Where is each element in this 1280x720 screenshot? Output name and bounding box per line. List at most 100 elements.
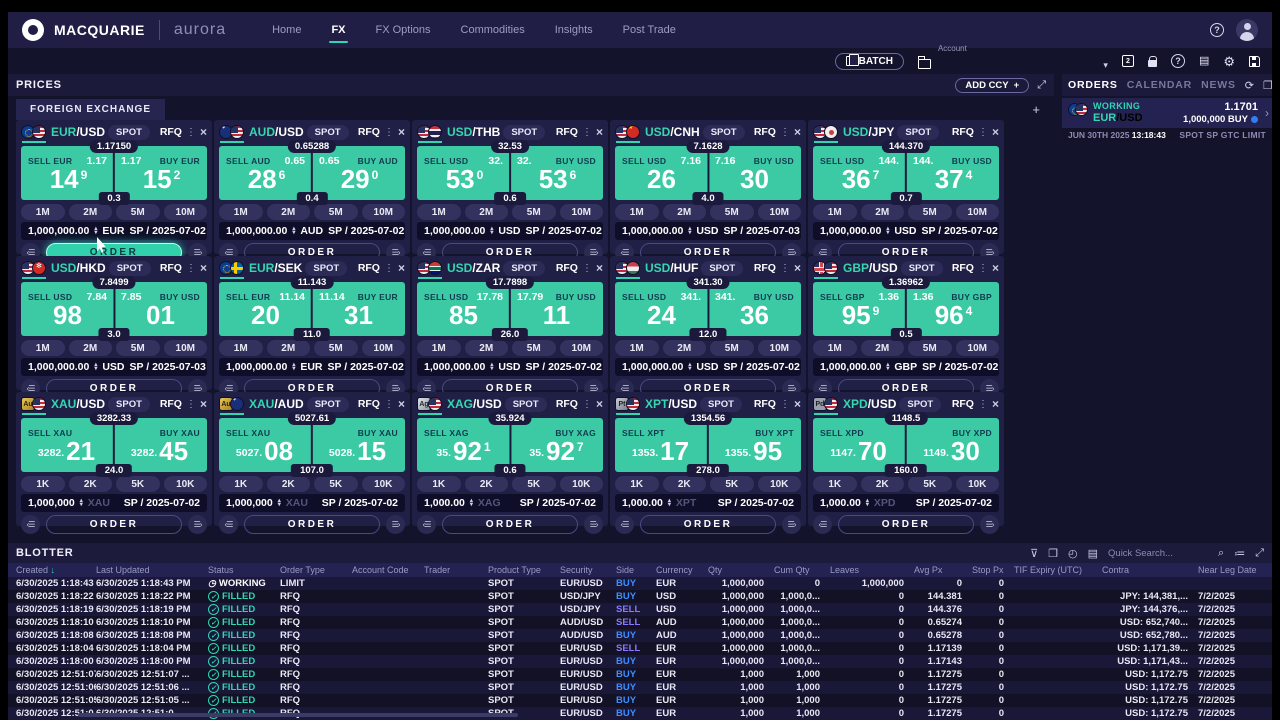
- blotter-row[interactable]: 6/30/2025 1:18:04 PM 6/30/2025 1:18:04 P…: [8, 642, 1272, 655]
- blotter-row[interactable]: 6/30/2025 1:18:00 PM 6/30/2025 1:18:00 P…: [8, 655, 1272, 668]
- amount-stepper[interactable]: ▴▾: [886, 227, 889, 236]
- rfq-button[interactable]: RFQ: [160, 126, 182, 138]
- export-doc-icon[interactable]: ▤: [1088, 547, 1098, 560]
- settlement-date[interactable]: SP / 2025-07-03: [130, 361, 206, 373]
- amount-currency[interactable]: XAG: [478, 497, 501, 509]
- columns-icon[interactable]: ≔: [1234, 547, 1245, 560]
- tile-close-icon[interactable]: ×: [992, 397, 999, 411]
- tile-close-icon[interactable]: ×: [992, 125, 999, 139]
- settlement-date[interactable]: SP / 2025-07-02: [328, 225, 404, 237]
- amount-stepper[interactable]: ▴▾: [94, 363, 97, 372]
- rfq-button[interactable]: RFQ: [556, 262, 578, 274]
- tenor-button-1[interactable]: 1K: [21, 476, 65, 492]
- settlement-date[interactable]: SP / 2025-07-02: [922, 225, 998, 237]
- tenor-button-1[interactable]: 1K: [417, 476, 461, 492]
- settlement-date[interactable]: SP / 2025-07-02: [724, 361, 800, 373]
- amount-input[interactable]: 1,000,000: [226, 497, 273, 509]
- spot-tenor-pill[interactable]: SPOT: [899, 397, 941, 412]
- tenor-button-3[interactable]: 5M: [908, 340, 952, 356]
- rfq-button[interactable]: RFQ: [358, 398, 380, 410]
- tenor-button-4[interactable]: 10K: [164, 476, 208, 492]
- amount-input[interactable]: 1,000.00: [820, 497, 861, 509]
- nav-item-commodities[interactable]: Commodities: [459, 14, 527, 46]
- amount-stepper[interactable]: ▴▾: [886, 363, 889, 372]
- tenor-button-4[interactable]: 10M: [560, 340, 604, 356]
- tile-close-icon[interactable]: ×: [200, 261, 207, 275]
- tenor-button-4[interactable]: 10K: [560, 476, 604, 492]
- chevron-right-icon[interactable]: ›: [1265, 106, 1269, 120]
- tenor-button-4[interactable]: 10K: [758, 476, 802, 492]
- tenor-button-2[interactable]: 2K: [267, 476, 311, 492]
- tenor-button-4[interactable]: 10M: [956, 340, 1000, 356]
- tile-menu-icon[interactable]: ⋮: [779, 263, 791, 274]
- tenor-button-2[interactable]: 2M: [861, 204, 905, 220]
- tile-close-icon[interactable]: ×: [200, 125, 207, 139]
- tenor-button-4[interactable]: 10K: [362, 476, 406, 492]
- tenor-button-4[interactable]: 10M: [164, 204, 208, 220]
- tenor-button-2[interactable]: 2M: [69, 340, 113, 356]
- rfq-button[interactable]: RFQ: [556, 126, 578, 138]
- add-tab-icon[interactable]: +: [1032, 102, 1040, 117]
- amount-currency[interactable]: USD: [894, 225, 916, 237]
- depth-left-icon[interactable]: ‹☰: [219, 515, 238, 534]
- tenor-button-1[interactable]: 1M: [417, 340, 461, 356]
- amount-input[interactable]: 1,000,000.00: [622, 361, 683, 373]
- refresh-icon[interactable]: ⟳: [1245, 79, 1254, 92]
- tenor-button-1[interactable]: 1M: [813, 204, 857, 220]
- spot-tenor-pill[interactable]: SPOT: [700, 397, 742, 412]
- expand-icon[interactable]: ⤢: [1037, 79, 1046, 92]
- column-header[interactable]: Avg Px: [914, 565, 972, 575]
- rfq-button[interactable]: RFQ: [160, 262, 182, 274]
- tile-menu-icon[interactable]: ⋮: [977, 263, 989, 274]
- tile-menu-icon[interactable]: ⋮: [185, 399, 197, 410]
- tile-close-icon[interactable]: ×: [596, 261, 603, 275]
- depth-left-icon[interactable]: ‹☰: [21, 515, 40, 534]
- depth-left-icon[interactable]: ‹☰: [417, 515, 436, 534]
- spot-tenor-pill[interactable]: SPOT: [108, 397, 150, 412]
- tenor-button-4[interactable]: 10M: [956, 204, 1000, 220]
- amount-input[interactable]: 1,000,000.00: [28, 361, 89, 373]
- nav-item-insights[interactable]: Insights: [553, 14, 595, 46]
- tenor-button-2[interactable]: 2M: [465, 340, 509, 356]
- amount-input[interactable]: 1,000,000.00: [424, 225, 485, 237]
- tile-menu-icon[interactable]: ⋮: [383, 127, 395, 138]
- amount-currency[interactable]: GBP: [894, 361, 917, 373]
- tab-orders[interactable]: ORDERS: [1068, 79, 1118, 91]
- tenor-button-4[interactable]: 10M: [758, 204, 802, 220]
- blotter-row[interactable]: 6/30/2025 1:18:10 PM 6/30/2025 1:18:10 P…: [8, 616, 1272, 629]
- tile-menu-icon[interactable]: ⋮: [581, 263, 593, 274]
- spot-tenor-pill[interactable]: SPOT: [701, 261, 743, 276]
- tenor-button-3[interactable]: 5M: [116, 340, 160, 356]
- tenor-button-1[interactable]: 1M: [615, 340, 659, 356]
- amount-input[interactable]: 1,000,000: [28, 497, 75, 509]
- tenor-button-2[interactable]: 2K: [69, 476, 113, 492]
- tile-menu-icon[interactable]: ⋮: [977, 127, 989, 138]
- settlement-date[interactable]: SP / 2025-07-02: [916, 497, 992, 509]
- document-icon[interactable]: ▤: [1199, 56, 1209, 67]
- tile-close-icon[interactable]: ×: [398, 397, 405, 411]
- tenor-button-1[interactable]: 1M: [219, 204, 263, 220]
- tenor-button-1[interactable]: 1M: [21, 204, 65, 220]
- tenor-button-2[interactable]: 2K: [663, 476, 707, 492]
- tenor-button-1[interactable]: 1M: [615, 204, 659, 220]
- tenor-button-4[interactable]: 10K: [956, 476, 1000, 492]
- tenor-button-1[interactable]: 1K: [219, 476, 263, 492]
- order-button[interactable]: ORDER: [442, 515, 578, 534]
- tenor-button-4[interactable]: 10M: [362, 340, 406, 356]
- gear-icon[interactable]: ⚙: [1223, 55, 1235, 68]
- tenor-button-2[interactable]: 2M: [663, 204, 707, 220]
- settlement-date[interactable]: SP / 2025-07-02: [526, 225, 602, 237]
- column-header[interactable]: Side: [616, 565, 656, 575]
- amount-input[interactable]: 1,000,000.00: [820, 361, 881, 373]
- tenor-button-3[interactable]: 5M: [710, 340, 754, 356]
- rfq-button[interactable]: RFQ: [358, 126, 380, 138]
- nav-item-home[interactable]: Home: [270, 14, 303, 46]
- tile-menu-icon[interactable]: ⋮: [779, 127, 791, 138]
- tile-menu-icon[interactable]: ⋮: [185, 127, 197, 138]
- tenor-button-3[interactable]: 5M: [908, 204, 952, 220]
- tab-news[interactable]: NEWS: [1201, 79, 1236, 91]
- amount-stepper[interactable]: ▴▾: [490, 227, 493, 236]
- tenor-button-3[interactable]: 5M: [512, 340, 556, 356]
- tab-calendar[interactable]: CALENDAR: [1127, 79, 1192, 91]
- rfq-button[interactable]: RFQ: [952, 398, 974, 410]
